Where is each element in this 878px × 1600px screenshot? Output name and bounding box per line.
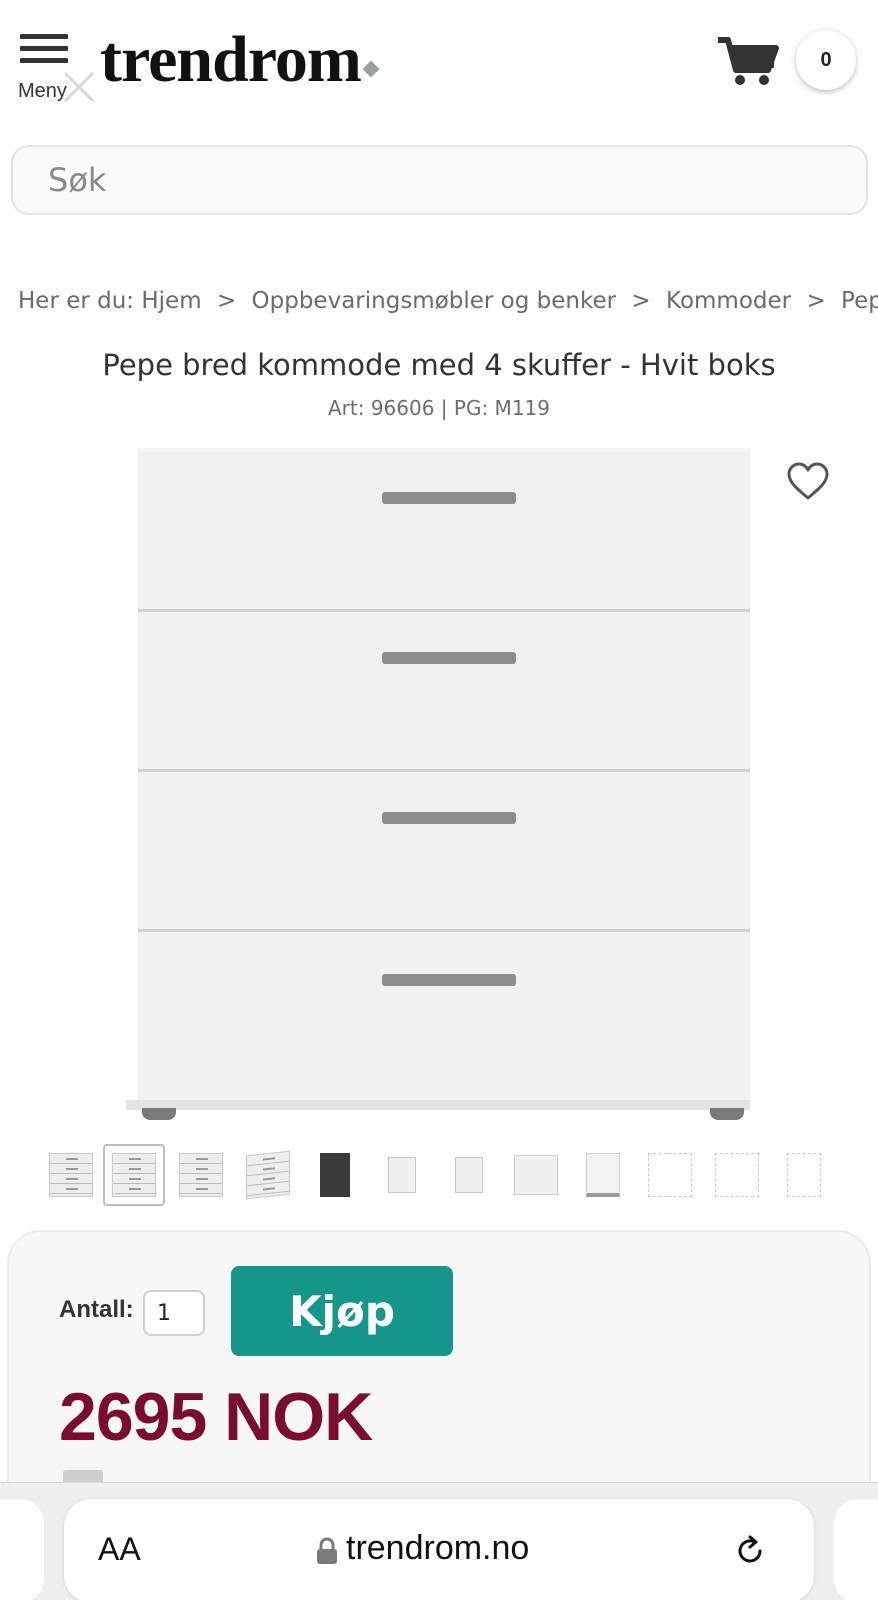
thumbnail[interactable]: [304, 1144, 366, 1206]
cart-icon[interactable]: [716, 36, 780, 86]
breadcrumb-item-home[interactable]: Hjem: [141, 288, 201, 314]
menu-icon: [20, 34, 68, 70]
previous-tab[interactable]: [0, 1499, 44, 1600]
thumbnail-image: [388, 1157, 416, 1193]
thumbnail[interactable]: [505, 1144, 567, 1206]
drawer-handle: [382, 652, 516, 664]
reload-icon[interactable]: [732, 1533, 768, 1569]
dresser-drawer: [138, 772, 750, 932]
close-icon: [63, 71, 95, 103]
product-image[interactable]: [126, 448, 752, 1128]
url-text: trendrom.no: [346, 1529, 530, 1567]
product-title: Pepe bred kommode med 4 skuffer - Hvit b…: [102, 348, 776, 382]
breadcrumb-item-current: Pepe: [841, 288, 878, 314]
logo-dot-icon: [362, 60, 380, 78]
browser-toolbar: AA trendrom.no: [0, 1482, 878, 1600]
thumbnail[interactable]: [639, 1144, 701, 1206]
address-bar[interactable]: AA trendrom.no: [64, 1499, 814, 1600]
thumbnail[interactable]: [170, 1144, 232, 1206]
thumbnail[interactable]: [40, 1144, 102, 1206]
article-number: Art: 96606 | PG: M119: [327, 396, 550, 420]
thumbnail-image: [179, 1153, 223, 1197]
cart-count-badge[interactable]: 0: [796, 30, 856, 90]
site-logo[interactable]: trendrom: [100, 22, 380, 98]
search-input[interactable]: [13, 147, 866, 213]
thumbnail-strip: [40, 1144, 840, 1208]
dresser-foot: [142, 1108, 176, 1120]
quantity-input[interactable]: [143, 1290, 205, 1336]
breadcrumb-item-storage[interactable]: Oppbevaringsmøbler og benker: [252, 288, 617, 314]
thumbnail-selected[interactable]: [103, 1144, 165, 1206]
quantity-label: Antall:: [59, 1296, 134, 1323]
thumbnail[interactable]: [572, 1144, 634, 1206]
thumbnail[interactable]: [773, 1144, 835, 1206]
search-bar[interactable]: [11, 145, 868, 215]
thumbnail-image: [715, 1153, 759, 1197]
thumbnail[interactable]: [438, 1144, 500, 1206]
breadcrumb-item-dressers[interactable]: Kommoder: [666, 288, 791, 314]
thumbnail[interactable]: [237, 1144, 299, 1206]
thumbnail-image: [320, 1153, 350, 1197]
thumbnail[interactable]: [371, 1144, 433, 1206]
thumbnail-image: [514, 1155, 558, 1195]
lock-icon: [317, 1537, 337, 1564]
thumbnail-image: [586, 1153, 620, 1197]
drawer-handle: [382, 974, 516, 986]
thumbnail-image: [246, 1150, 290, 1200]
dresser-drawer: [138, 932, 750, 1100]
site-header: Meny trendrom 0: [0, 0, 878, 130]
breadcrumb-separator: >: [216, 288, 237, 314]
product-price: 2695 NOK: [59, 1379, 373, 1455]
drawer-handle: [382, 492, 516, 504]
dresser-drawer: [138, 452, 750, 612]
thumbnail-image: [648, 1153, 692, 1197]
thumbnail-image: [49, 1153, 93, 1197]
drawer-handle: [382, 812, 516, 824]
breadcrumb-prefix: Her er du:: [18, 288, 135, 314]
breadcrumb-separator: >: [631, 288, 651, 314]
thumbnail-image: [455, 1157, 483, 1193]
buy-button[interactable]: Kjøp: [231, 1266, 453, 1356]
dresser-plinth: [126, 1100, 750, 1110]
heart-icon[interactable]: [786, 462, 830, 502]
dresser-foot: [710, 1108, 744, 1120]
breadcrumb: Her er du: Hjem > Oppbevaringsmøbler og …: [18, 288, 878, 314]
logo-text: trendrom: [100, 23, 362, 96]
thumbnail-image: [112, 1153, 156, 1197]
next-tab[interactable]: [834, 1499, 878, 1600]
text-size-button[interactable]: AA: [98, 1531, 141, 1568]
thumbnail[interactable]: [706, 1144, 768, 1206]
menu-label: Meny: [18, 80, 67, 102]
thumbnail-image: [787, 1153, 821, 1197]
menu-button[interactable]: Meny: [18, 32, 95, 108]
dresser-drawer: [138, 612, 750, 772]
breadcrumb-separator: >: [806, 288, 826, 314]
